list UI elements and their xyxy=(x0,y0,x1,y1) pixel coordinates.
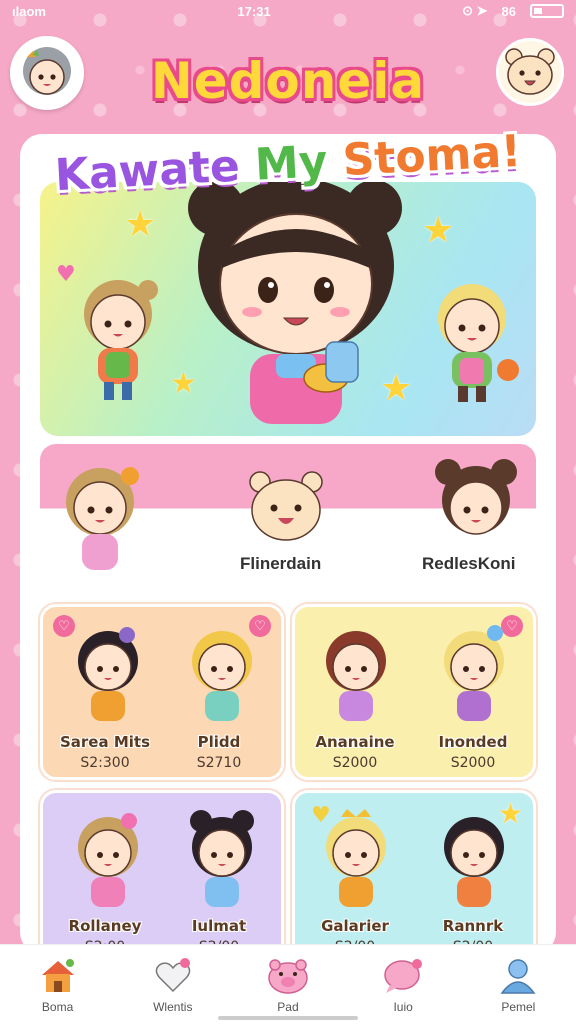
star-icon: ★ xyxy=(124,204,157,245)
bear-icon xyxy=(505,48,555,95)
character-icon xyxy=(444,817,504,907)
friend-name-3: RedlesKoni xyxy=(422,554,516,573)
bear-avatar[interactable] xyxy=(496,38,564,106)
signal-icon: ⊙ ➤ xyxy=(462,3,488,18)
nav-label: Wlentis xyxy=(153,999,193,1014)
subtitle-word-1: Kawate xyxy=(53,139,257,202)
character-sticker-right xyxy=(438,284,519,402)
nav-item-profile[interactable]: Pemel xyxy=(468,956,568,1014)
hero-banner[interactable]: ★ ★ ★ ★ ♥ xyxy=(40,182,536,436)
subtitle-word-2: My xyxy=(253,135,345,191)
product-card[interactable]: Rollaney S2:00 Iulmat S2/00 xyxy=(40,790,284,966)
character-icon xyxy=(326,809,386,907)
user-icon xyxy=(496,956,540,996)
chat-icon xyxy=(381,956,425,996)
home-icon xyxy=(36,956,80,996)
nav-item-wishlist[interactable]: Wlentis xyxy=(123,956,223,1014)
nav-item-home[interactable]: Boma xyxy=(8,956,108,1014)
character-icon xyxy=(78,627,138,721)
status-bar: ılaom 17:31 ⊙ ➤ 86 xyxy=(0,0,576,22)
star-icon: ★ xyxy=(422,210,455,251)
character-sticker-left xyxy=(84,280,158,400)
home-indicator xyxy=(218,1016,358,1020)
battery-icon xyxy=(530,4,564,18)
product-card[interactable]: ♥ ★ Galarier S2/00 Rannrk S2/00 xyxy=(292,790,536,966)
bottom-nav: Boma Wlentis Pad Iuio Pemel xyxy=(0,944,576,1024)
character-icon xyxy=(190,810,254,907)
product-price: S2710 xyxy=(196,755,242,771)
product-price: S2000 xyxy=(332,755,378,771)
friend-name-2: Flinerdain xyxy=(240,554,322,573)
product-price: S2:300 xyxy=(80,755,130,771)
app-title: Nedoneia xyxy=(150,52,426,110)
nav-label: Iuio xyxy=(393,999,413,1014)
friend-avatar[interactable] xyxy=(244,466,328,550)
product-name: Galarier xyxy=(321,917,389,935)
product-name: Rollaney xyxy=(68,917,142,935)
friend-avatar[interactable] xyxy=(50,458,150,578)
nav-item-chat[interactable]: Iuio xyxy=(353,956,453,1014)
subtitle-word-3: Stoma! xyxy=(341,125,523,187)
carrier-label: ılaom xyxy=(12,3,46,19)
product-name: Sarea Mits xyxy=(59,733,150,751)
product-name: Plidd xyxy=(197,733,241,751)
heart-icon xyxy=(151,956,195,996)
product-card[interactable]: ♡ Ananaine S2000 Inonded S2000 xyxy=(292,604,536,780)
nav-label: Pad xyxy=(277,999,299,1014)
clock: 17:31 xyxy=(237,3,271,19)
product-name: Iulmat xyxy=(191,917,247,935)
battery-label: 86 xyxy=(501,3,516,19)
friend-avatar[interactable] xyxy=(426,454,526,554)
character-icon xyxy=(326,631,386,721)
nav-label: Boma xyxy=(41,999,74,1014)
character-icon xyxy=(444,625,504,721)
product-card[interactable]: ♡ ♡ Sarea Mits S2:300 Plidd S2710 xyxy=(40,604,284,780)
product-name: Rannrk xyxy=(442,917,504,935)
product-name: Ananaine xyxy=(315,733,395,751)
featured-character xyxy=(188,182,402,424)
pig-icon xyxy=(266,956,310,996)
nav-label: Pemel xyxy=(501,999,536,1014)
character-icon xyxy=(78,813,138,907)
product-name: Inonded xyxy=(438,733,508,751)
nav-item-pad[interactable]: Pad xyxy=(238,956,338,1014)
friends-row: Flinerdain RedlesKoni xyxy=(40,444,536,584)
product-price: S2000 xyxy=(450,755,496,771)
character-icon xyxy=(192,631,252,721)
